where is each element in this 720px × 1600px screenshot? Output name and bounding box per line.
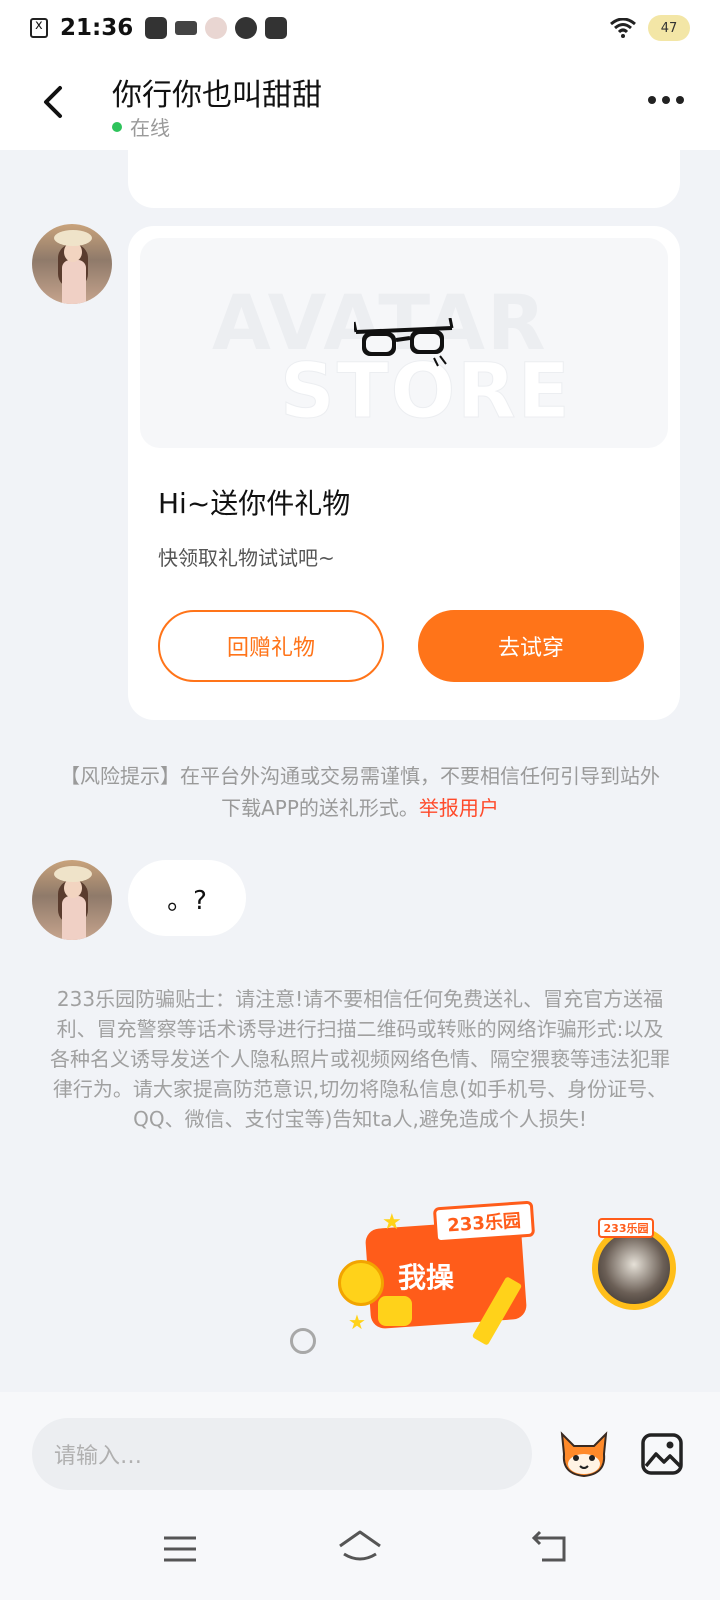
online-status: 在线 — [112, 112, 170, 141]
message-input-placeholder: 请输入… — [54, 1444, 143, 1469]
system-nav-bar — [0, 1512, 720, 1600]
wifi-icon — [610, 18, 636, 38]
chat-header: 你行你也叫甜甜 在线 — [0, 56, 720, 150]
previous-gift-card — [128, 150, 680, 208]
fraud-notice: 233乐园防骗贴士：请注意!请不要相信任何免费送礼、冒充官方送福利、冒充警察等话… — [50, 987, 670, 1131]
my-avatar[interactable]: 233乐园 — [588, 1218, 684, 1314]
status-bar: 21:36 47 — [0, 0, 720, 56]
input-bar: 请输入… — [0, 1392, 720, 1512]
return-gift-button[interactable]: 回赠礼物 — [158, 610, 384, 682]
battery-icon: 47 — [648, 15, 690, 41]
image-picker-icon[interactable] — [640, 1432, 684, 1476]
app-icon — [145, 17, 168, 39]
glasses-icon — [354, 318, 454, 367]
try-on-button[interactable]: 去试穿 — [418, 610, 644, 682]
battery-level: 47 — [660, 20, 678, 36]
smiley-icon — [338, 1260, 384, 1306]
star-icon: ★ — [348, 1310, 366, 1334]
risk-notice-text: 【风险提示】在平台外沟通或交易需谨慎，不要相信任何引导到站外下载APP的送礼形式… — [60, 764, 660, 820]
online-status-label: 在线 — [130, 116, 170, 140]
menu-icon[interactable] — [162, 1534, 198, 1564]
sticker-brand: 233乐园 — [432, 1200, 536, 1244]
gift-title: Hi~送你件礼物 — [158, 487, 351, 520]
risk-notice: 【风险提示】在平台外沟通或交易需谨慎，不要相信任何引导到站外下载APP的送礼形式… — [60, 760, 660, 824]
sync-icon — [235, 17, 258, 39]
gift-card: AVATAR STORE Hi~送你件礼物 快领取礼物试试吧~ 回赠礼物 去试穿 — [128, 226, 680, 720]
star-icon: ★ — [382, 1210, 402, 1235]
sticker-text: 我操 — [398, 1261, 455, 1294]
chat-message-list[interactable]: AVATAR STORE Hi~送你件礼物 快领取礼物试试吧~ 回赠礼物 去试穿… — [0, 150, 720, 1392]
link-icon — [265, 17, 288, 39]
gift-banner: AVATAR STORE — [140, 238, 668, 448]
online-dot-icon — [112, 121, 122, 132]
sender-avatar[interactable] — [32, 860, 112, 940]
my-avatar-tag: 233乐园 — [598, 1218, 654, 1238]
back-nav-icon[interactable] — [530, 1530, 570, 1566]
message-bubble[interactable]: 。? — [128, 860, 246, 936]
avatar-app-icon — [205, 17, 228, 39]
message-text: 。? — [167, 885, 207, 916]
sending-spinner-icon — [290, 1328, 316, 1354]
status-time: 21:36 — [60, 15, 134, 41]
sticker-message[interactable]: 233乐园 我操 ★ ★ — [338, 1200, 548, 1360]
fox-emoji-icon[interactable] — [556, 1430, 612, 1480]
sim-off-icon — [30, 18, 48, 38]
gift-subtitle: 快领取礼物试试吧~ — [158, 546, 335, 570]
home-icon[interactable] — [336, 1528, 384, 1568]
vivo-icon — [175, 21, 198, 35]
more-dots-icon[interactable] — [648, 96, 684, 104]
message-input[interactable]: 请输入… — [32, 1418, 532, 1490]
chat-title: 你行你也叫甜甜 — [112, 78, 322, 113]
gamepad-icon — [378, 1296, 412, 1326]
chevron-left-icon[interactable] — [38, 82, 68, 122]
report-user-link[interactable]: 举报用户 — [419, 796, 499, 820]
sender-avatar[interactable] — [32, 224, 112, 304]
